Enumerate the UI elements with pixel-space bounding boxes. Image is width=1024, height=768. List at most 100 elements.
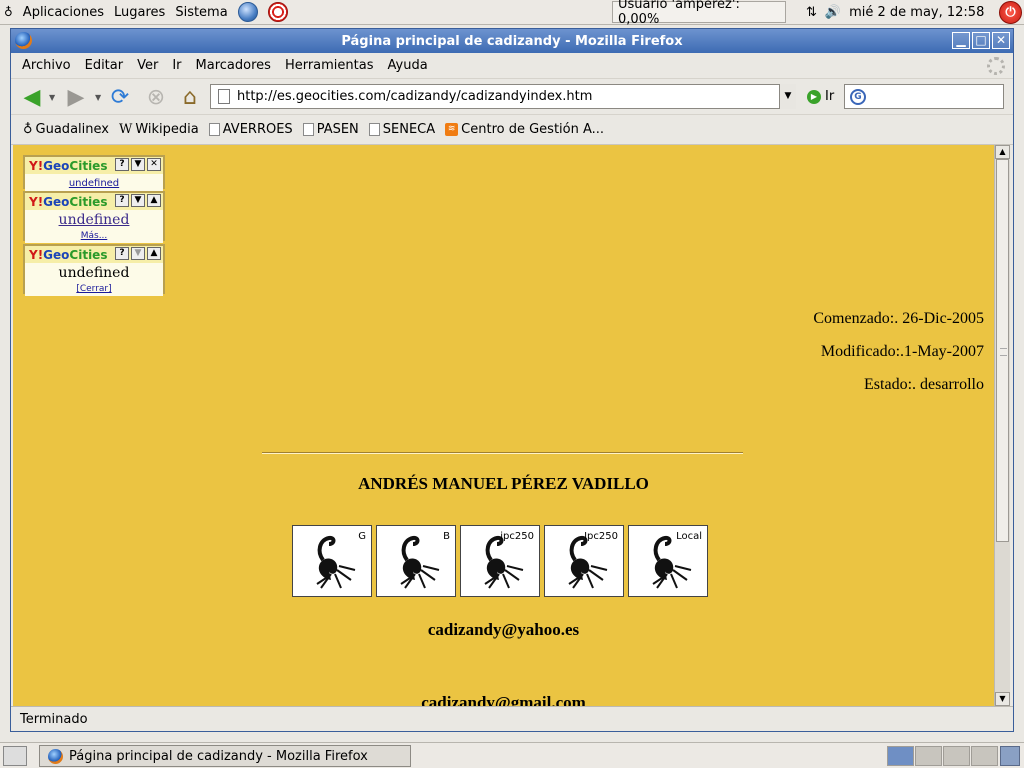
- geocities-logo[interactable]: Y!GeoCities: [29, 159, 107, 173]
- firefox-icon: [48, 748, 63, 764]
- minimize-button[interactable]: ▁: [952, 32, 970, 49]
- show-desktop-icon[interactable]: [3, 746, 27, 766]
- menu-editar[interactable]: Editar: [85, 58, 124, 73]
- bookmark-averroes[interactable]: AVERROES: [208, 122, 293, 137]
- bookmark-label: AVERROES: [222, 122, 293, 137]
- close-button[interactable]: ✕: [992, 32, 1010, 49]
- badge-label: G: [358, 531, 366, 542]
- power-icon[interactable]: ⏻: [999, 1, 1022, 24]
- user-status-applet[interactable]: Usuario 'amperez': 0,00%: [612, 0, 786, 27]
- help-icon[interactable]: ?: [115, 158, 129, 171]
- expand-icon[interactable]: ▲: [147, 247, 161, 260]
- menu-system[interactable]: Sistema: [175, 5, 227, 20]
- email-gmail: cadizandy@gmail.com: [421, 693, 586, 706]
- menu-bar: Archivo Editar Ver Ir Marcadores Herrami…: [11, 53, 1013, 79]
- help-icon[interactable]: ?: [115, 194, 129, 207]
- menu-marcadores[interactable]: Marcadores: [196, 58, 271, 73]
- bottom-panel: Página principal de cadizandy - Mozilla …: [0, 742, 1024, 768]
- more-link[interactable]: Más...: [81, 231, 108, 241]
- geocities-widget: Y!GeoCities ? ▼ ▲ undefined Más...: [23, 191, 165, 243]
- vertical-scrollbar[interactable]: ▲ ▼: [994, 145, 1010, 706]
- search-engine-icon[interactable]: G: [850, 89, 866, 105]
- menu-applications[interactable]: Aplicaciones: [23, 5, 104, 20]
- window-titlebar[interactable]: Página principal de cadizandy - Mozilla …: [11, 29, 1013, 53]
- menu-ver[interactable]: Ver: [137, 58, 158, 73]
- collapse-icon[interactable]: ▼: [131, 247, 145, 260]
- window-controls: ▁ □ ✕: [952, 32, 1010, 49]
- close-icon[interactable]: ✕: [147, 158, 161, 171]
- scroll-up-arrow-icon[interactable]: ▲: [995, 145, 1010, 159]
- widget-link[interactable]: undefined: [59, 212, 130, 228]
- collapse-icon[interactable]: ▼: [131, 158, 145, 171]
- url-input[interactable]: http://es.geocities.com/cadizandy/cadiza…: [210, 84, 796, 109]
- taskbar-button-firefox[interactable]: Página principal de cadizandy - Mozilla …: [39, 745, 411, 767]
- back-history-dropdown-icon[interactable]: ▼: [49, 93, 55, 102]
- scrollbar-thumb[interactable]: [996, 159, 1009, 542]
- url-history-dropdown-icon[interactable]: ▼: [779, 84, 796, 109]
- reload-icon[interactable]: ⟳: [107, 84, 133, 110]
- workspace-2[interactable]: [915, 746, 942, 766]
- menu-ir[interactable]: Ir: [172, 58, 181, 73]
- page-icon: [218, 89, 230, 104]
- scorpion-badge[interactable]: G: [292, 525, 372, 597]
- workspace-4[interactable]: [971, 746, 998, 766]
- back-arrow-icon[interactable]: ◀: [19, 84, 45, 110]
- clock[interactable]: mié 2 de may, 12:58: [849, 5, 984, 20]
- status-text: Terminado: [20, 711, 88, 727]
- geocities-widget: Y!GeoCities ? ▼ ✕ undefined: [23, 155, 165, 191]
- badge-label: Ipc250: [584, 531, 618, 542]
- window-title: Página principal de cadizandy - Mozilla …: [341, 33, 683, 49]
- bookmark-wikipedia[interactable]: W Wikipedia: [119, 122, 199, 137]
- workspace-3[interactable]: [943, 746, 970, 766]
- widget-link[interactable]: undefined: [69, 178, 119, 189]
- go-button[interactable]: ▶ Ir: [807, 89, 834, 104]
- maximize-button[interactable]: □: [972, 32, 990, 49]
- top-panel: ♁ Aplicaciones Lugares Sistema Usuario '…: [0, 0, 1024, 27]
- geocities-widget: Y!GeoCities ? ▼ ▲ undefined [Cerrar]: [23, 244, 165, 296]
- help-icon[interactable]: ?: [115, 247, 129, 260]
- home-icon[interactable]: ⌂: [177, 84, 203, 110]
- widget-header: Y!GeoCities ? ▼ ▲: [25, 193, 163, 210]
- scorpion-icon: [400, 535, 440, 589]
- status-bar: Terminado: [11, 706, 1013, 731]
- collapse-icon[interactable]: ▼: [131, 194, 145, 207]
- menu-archivo[interactable]: Archivo: [22, 58, 71, 73]
- trash-icon[interactable]: [1000, 746, 1020, 766]
- menu-herramientas[interactable]: Herramientas: [285, 58, 374, 73]
- search-input[interactable]: G: [844, 84, 1004, 109]
- go-arrow-icon: ▶: [807, 89, 821, 104]
- bookmarks-toolbar: ♁ Guadalinex W Wikipedia AVERROES PASEN …: [11, 115, 1013, 145]
- wikipedia-icon: W: [118, 122, 133, 137]
- bookmark-label: SENECA: [382, 122, 436, 137]
- scroll-down-arrow-icon[interactable]: ▼: [995, 692, 1010, 706]
- scorpion-badge[interactable]: Local: [628, 525, 708, 597]
- horizontal-rule: [262, 452, 743, 454]
- bookmark-guadalinex[interactable]: ♁ Guadalinex: [23, 122, 109, 137]
- bookmark-centro-gestion[interactable]: ≋ Centro de Gestión A...: [445, 122, 604, 137]
- geocities-logo[interactable]: Y!GeoCities: [29, 195, 107, 209]
- badge-label: Local: [676, 531, 702, 542]
- badge-label: ipc250: [500, 531, 534, 542]
- network-icon[interactable]: ⇅: [806, 5, 817, 20]
- menu-places[interactable]: Lugares: [114, 5, 165, 20]
- close-link[interactable]: [Cerrar]: [76, 284, 111, 294]
- volume-icon[interactable]: 🔊: [825, 5, 841, 20]
- bookmark-pasen[interactable]: PASEN: [302, 122, 359, 137]
- forward-arrow-icon[interactable]: ▶: [63, 84, 89, 110]
- firefox-icon[interactable]: [15, 32, 32, 49]
- started-date: Comenzado:. 26-Dic-2005: [813, 310, 984, 327]
- scorpion-badge[interactable]: B: [376, 525, 456, 597]
- firefox-window: Página principal de cadizandy - Mozilla …: [10, 28, 1014, 732]
- stop-icon[interactable]: ⊗: [143, 84, 169, 110]
- counter-badges: G B ipc250 Ipc250 Local: [292, 525, 708, 597]
- scorpion-badge[interactable]: ipc250: [460, 525, 540, 597]
- geocities-logo[interactable]: Y!GeoCities: [29, 248, 107, 262]
- workspace-1[interactable]: [887, 746, 914, 766]
- bookmark-seneca[interactable]: SENECA: [368, 122, 436, 137]
- menu-ayuda[interactable]: Ayuda: [388, 58, 428, 73]
- help-launcher-icon[interactable]: [267, 2, 288, 22]
- scorpion-badge[interactable]: Ipc250: [544, 525, 624, 597]
- forward-history-dropdown-icon[interactable]: ▼: [95, 93, 101, 102]
- web-browser-launcher-icon[interactable]: [237, 2, 258, 22]
- expand-icon[interactable]: ▲: [147, 194, 161, 207]
